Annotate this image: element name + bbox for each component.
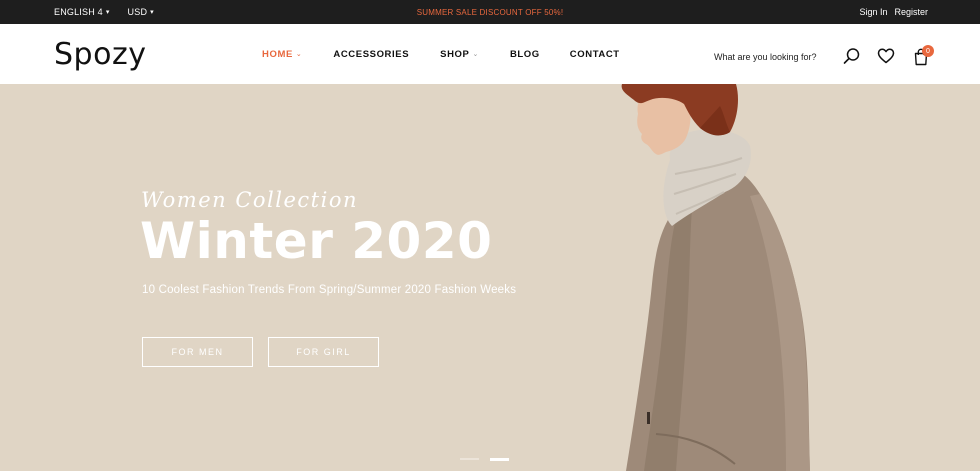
register-link[interactable]: Register — [894, 7, 928, 17]
currency-selector[interactable]: USD ▾ — [128, 7, 154, 17]
for-men-button[interactable]: FOR MEN — [142, 337, 253, 367]
nav-item-label: ACCESSORIES — [333, 48, 410, 60]
account-links: Sign In Register — [859, 0, 928, 24]
top-bar-left: ENGLISH 4 ▾ USD ▾ — [54, 0, 154, 24]
nav-item-shop[interactable]: SHOP ⌄ — [440, 49, 479, 60]
sign-in-link[interactable]: Sign In — [859, 7, 887, 17]
currency-label: USD — [127, 7, 148, 17]
nav-item-label: BLOG — [509, 48, 540, 60]
site-header: Spozy HOME ⌄ ACCESSORIES SHOP ⌄ BLOG CON… — [0, 24, 980, 84]
language-selector[interactable]: ENGLISH 4 ▾ — [54, 7, 110, 17]
search-icon[interactable] — [843, 47, 861, 65]
nav-item-contact[interactable]: CONTACT — [570, 49, 620, 60]
heart-icon[interactable] — [877, 48, 895, 64]
slider-dot-1[interactable] — [460, 458, 479, 460]
nav-item-label: CONTACT — [569, 48, 620, 60]
site-logo[interactable]: Spozy — [54, 37, 146, 72]
cart-count-badge: 0 — [922, 45, 934, 57]
search-prompt[interactable]: What are you looking for? — [714, 52, 817, 62]
chevron-down-icon: ⌄ — [295, 51, 303, 58]
slider-dot-2[interactable] — [490, 458, 509, 461]
main-nav: HOME ⌄ ACCESSORIES SHOP ⌄ BLOG CONTACT — [262, 24, 620, 84]
nav-item-home[interactable]: HOME ⌄ — [262, 49, 302, 60]
model-photo — [621, 84, 810, 471]
chevron-down-icon: ▾ — [150, 8, 154, 16]
chevron-down-icon: ⌄ — [472, 51, 479, 58]
hero-slider: Women Collection Winter 2020 10 Coolest … — [0, 84, 980, 471]
hero-headline: Winter 2020 — [140, 212, 493, 270]
nav-item-accessories[interactable]: ACCESSORIES — [333, 49, 409, 60]
top-bar: ENGLISH 4 ▾ USD ▾ SUMMER SALE DISCOUNT O… — [0, 0, 980, 24]
nav-item-label: SHOP — [440, 48, 470, 60]
hero-tagline: 10 Coolest Fashion Trends From Spring/Su… — [142, 284, 517, 296]
language-label: ENGLISH 4 — [54, 7, 103, 17]
nav-item-label: HOME — [262, 48, 293, 60]
hero-script-title: Women Collection — [141, 188, 358, 212]
for-girl-button[interactable]: FOR GIRL — [268, 337, 379, 367]
slider-pagination — [460, 458, 509, 461]
nav-item-blog[interactable]: BLOG — [510, 49, 540, 60]
chevron-down-icon: ▾ — [105, 8, 110, 16]
